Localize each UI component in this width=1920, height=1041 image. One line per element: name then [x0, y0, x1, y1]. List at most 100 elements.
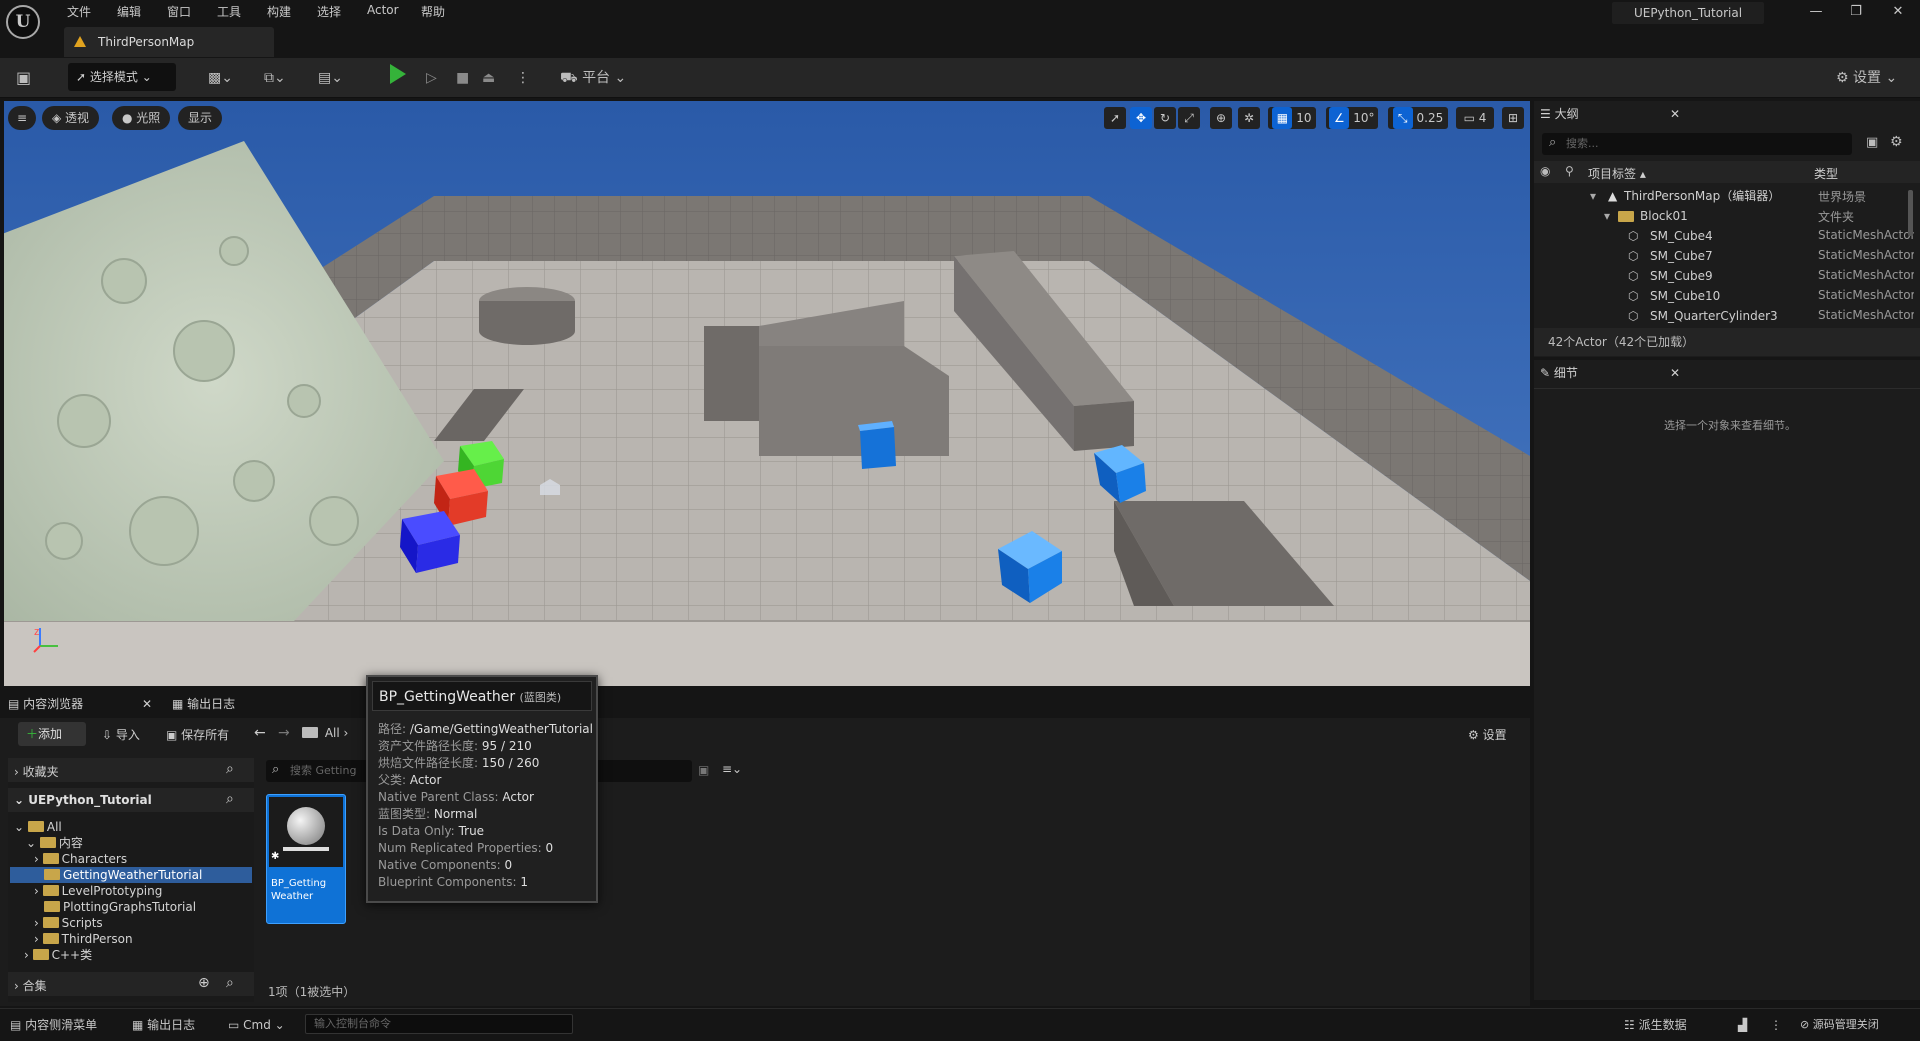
cb-settings-button[interactable]: ⚙ 设置 [1468, 726, 1507, 743]
add-folder-icon[interactable]: ▣ [1866, 135, 1878, 150]
tree-item[interactable]: PlottingGraphsTutorial [44, 899, 196, 915]
close-window-button[interactable]: ✕ [1884, 4, 1912, 19]
eject-icon[interactable]: ⏏ [482, 65, 495, 91]
platform-button[interactable]: ⛟ 平台 ⌄ [560, 65, 626, 91]
grid-snap-button[interactable]: ▦ 10 [1268, 107, 1316, 129]
step-icon[interactable]: ▷ [426, 65, 437, 91]
outliner-type: 文件夹 [1818, 210, 1855, 224]
blueprint-icon[interactable]: ⧉⌄ [264, 65, 286, 91]
tree-label: C++类 [51, 948, 93, 962]
outliner-settings-icon[interactable]: ⚙ [1890, 134, 1903, 150]
cmd-dropdown[interactable]: ▭ Cmd ⌄ [228, 1015, 285, 1035]
trace-icon[interactable]: ▟ [1738, 1015, 1747, 1035]
asset-tile[interactable]: ✱ BP_Getting Weather [266, 794, 346, 924]
menu-edit[interactable]: 编辑 [117, 3, 141, 20]
add-collection-icon[interactable]: ⊕ [198, 975, 210, 991]
menu-actor[interactable]: Actor [367, 3, 399, 17]
rotate-tool-icon[interactable]: ↻ [1154, 107, 1176, 129]
menu-select[interactable]: 选择 [317, 3, 341, 20]
tree-item[interactable]: › C++类 [24, 947, 92, 963]
search-icon[interactable]: ⌕ [226, 791, 234, 807]
search-icon[interactable]: ⌕ [226, 761, 234, 777]
scale-tool-icon[interactable]: ⤢ [1178, 107, 1200, 129]
minimize-button[interactable]: — [1802, 4, 1830, 19]
forward-icon[interactable]: → [278, 725, 290, 741]
level-viewport[interactable]: z [4, 101, 1530, 686]
pin-icon[interactable]: ⚲ [1565, 164, 1574, 178]
viewport-scene[interactable]: z [4, 101, 1530, 686]
derived-data-button[interactable]: ☷ 派生数据 [1624, 1015, 1687, 1035]
select-tool-icon[interactable]: ➚ [1104, 107, 1126, 129]
maximize-button[interactable]: ❐ [1842, 4, 1870, 19]
details-tab[interactable]: ✎ 细节 [1540, 360, 1578, 386]
hamburger-menu-icon[interactable]: ≡ [8, 106, 36, 130]
menu-window[interactable]: 窗口 [167, 3, 191, 20]
asset-thumbnail: ✱ [269, 797, 343, 867]
filter-icon[interactable]: ≡⌄ [722, 762, 742, 776]
content-browser-tab[interactable]: ▤ 内容浏览器 [8, 690, 83, 718]
map-tab[interactable]: ThirdPersonMap [64, 27, 274, 57]
favorites-row[interactable]: › 收藏夹 [14, 763, 59, 780]
tree-item[interactable]: › Scripts [34, 915, 103, 931]
camera-speed-button[interactable]: ▭ 4 [1456, 107, 1494, 129]
viewport-layout-icon[interactable]: ⊞ [1502, 107, 1524, 129]
console-input[interactable]: 输入控制台命令 [305, 1014, 573, 1034]
add-content-icon[interactable]: ▩⌄ [208, 65, 233, 91]
surface-snap-icon[interactable]: ✲ [1238, 107, 1260, 129]
tree-item[interactable]: ⌄ All [14, 819, 62, 835]
platform-icon: ⛟ [560, 70, 583, 86]
source-control-button[interactable]: ⊘ 源码管理关闭 [1800, 1015, 1879, 1035]
menu-build[interactable]: 构建 [267, 3, 291, 20]
play-icon[interactable] [390, 64, 406, 84]
outliner-scrollbar[interactable] [1908, 190, 1913, 236]
world-space-icon[interactable]: ⊕ [1210, 107, 1232, 129]
rotation-snap-button[interactable]: ∠ 10° [1326, 107, 1378, 129]
menu-help[interactable]: 帮助 [421, 3, 445, 20]
save-search-icon[interactable]: ▣ [698, 763, 709, 777]
content-drawer-button[interactable]: ▤ 内容侧滑菜单 [10, 1015, 97, 1035]
select-mode-dropdown[interactable]: ➚ 选择模式 ⌄ [68, 63, 176, 91]
stop-icon[interactable]: ■ [456, 65, 469, 91]
close-content-browser-icon[interactable]: ✕ [142, 690, 152, 718]
project-row[interactable]: ⌄ UEPython_Tutorial [14, 793, 152, 807]
collections-row[interactable]: › 合集 [14, 977, 47, 994]
tree-item[interactable]: › Characters [34, 851, 127, 867]
more-options-icon[interactable]: ⋮ [1770, 1015, 1782, 1035]
visibility-eye-icon[interactable]: ◉ [1540, 164, 1550, 178]
tree-item-selected[interactable]: GettingWeatherTutorial [44, 867, 202, 883]
tree-label: Scripts [61, 916, 103, 930]
platform-label: 平台 [582, 70, 611, 86]
tree-item[interactable]: › ThirdPerson [34, 931, 133, 947]
close-details-icon[interactable]: ✕ [1670, 360, 1680, 386]
expand-arrow-icon[interactable]: ▾ [1604, 206, 1610, 226]
output-log-button[interactable]: ▦ 输出日志 [132, 1015, 195, 1035]
save-icon[interactable]: ▣ [16, 65, 31, 91]
outliner-search-input[interactable]: 搜索... [1542, 133, 1852, 155]
perspective-button[interactable]: ◈ 透视 [42, 106, 100, 130]
menu-file[interactable]: 文件 [67, 3, 91, 20]
scale-snap-button[interactable]: ⤡ 0.25 [1388, 107, 1448, 129]
close-outliner-icon[interactable]: ✕ [1670, 101, 1680, 127]
column-item-label[interactable]: 项目标签 ▴ [1588, 165, 1646, 182]
tree-item[interactable]: ⌄ 内容 [26, 835, 83, 851]
search-icon[interactable]: ⌕ [226, 975, 234, 991]
settings-button[interactable]: ⚙ 设置 ⌄ [1836, 65, 1897, 91]
move-tool-icon[interactable]: ✥ [1130, 107, 1152, 129]
add-button[interactable]: ＋添加 [18, 722, 86, 746]
back-icon[interactable]: ← [254, 725, 266, 741]
output-log-tab[interactable]: ▦ 输出日志 [172, 690, 235, 718]
show-button[interactable]: 显示 [178, 106, 223, 130]
search-icon: ⌕ [272, 762, 280, 777]
import-button[interactable]: ⇩ 导入 [102, 726, 140, 743]
expand-arrow-icon[interactable]: ▾ [1590, 186, 1596, 206]
tree-item[interactable]: › LevelPrototyping [34, 883, 162, 899]
unreal-logo-icon[interactable]: U [6, 5, 40, 39]
play-options-icon[interactable]: ⋮ [516, 65, 530, 91]
cinematics-icon[interactable]: ▤⌄ [318, 65, 343, 91]
outliner-tab[interactable]: ☰ 大纲 [1540, 101, 1579, 127]
menu-tools[interactable]: 工具 [217, 3, 241, 20]
lighting-button[interactable]: ● 光照 [112, 106, 171, 130]
column-type[interactable]: 类型 [1814, 165, 1838, 182]
path-breadcrumb[interactable]: All › [302, 726, 348, 740]
save-all-button[interactable]: ▣ 保存所有 [166, 726, 229, 743]
